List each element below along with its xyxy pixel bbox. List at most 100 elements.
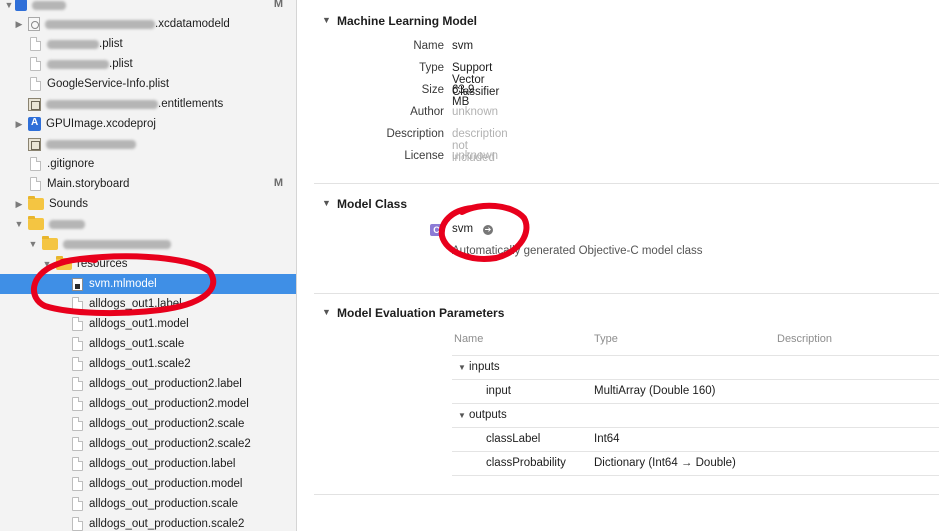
nav-row-file[interactable]: alldogs_out_production.scale2 (0, 514, 296, 531)
nav-item-label: alldogs_out_production.scale2 (89, 518, 245, 530)
disclosure-down-icon[interactable]: ▼ (42, 259, 52, 269)
folder-icon (56, 256, 72, 270)
nav-row-gitignore[interactable]: .gitignore (0, 154, 296, 174)
disclosure-down-icon[interactable]: ▼ (458, 363, 466, 372)
nav-row-file[interactable]: alldogs_out1.model (0, 314, 296, 334)
project-navigator: ▼ M ▶ .xcdatamodeld .plist .plist Google… (0, 0, 297, 531)
nav-row-resources[interactable]: ▼ resources (0, 254, 296, 274)
nav-row-svm-mlmodel[interactable]: svm.mlmodel (0, 274, 296, 294)
nav-row-project-root[interactable]: ▼ M (0, 0, 296, 15)
nav-row-file[interactable]: alldogs_out_production2.model (0, 394, 296, 414)
field-key: Size (421, 84, 444, 96)
redacted-text (49, 219, 85, 229)
param-name: classLabel (486, 433, 541, 445)
nav-row-file[interactable]: alldogs_out_production2.label (0, 374, 296, 394)
nav-row-file[interactable]: alldogs_out1.label (0, 294, 296, 314)
table-group-row[interactable]: ▼ outputs (452, 403, 939, 427)
file-icon (72, 517, 83, 531)
nav-item-label: alldogs_out1.label (89, 298, 182, 310)
nav-row-entitlements[interactable]: .entitlements (0, 94, 296, 114)
nav-item-label: GPUImage.xcodeproj (46, 118, 156, 130)
file-icon (72, 457, 83, 471)
nav-row-file[interactable]: alldogs_out1.scale (0, 334, 296, 354)
file-icon (30, 37, 41, 51)
nav-item-label: Sounds (49, 198, 89, 210)
modified-badge: M (273, 0, 283, 10)
nav-row-gpuimage[interactable]: ▶ GPUImage.xcodeproj (0, 114, 296, 134)
nav-item-label: alldogs_out_production.model (89, 478, 243, 490)
folder-icon (28, 216, 44, 230)
param-type: Dictionary (Int64 → Double) (594, 457, 736, 469)
disclosure-down-icon[interactable]: ▼ (28, 239, 38, 249)
nav-row-group-redacted[interactable]: ▼ (0, 214, 296, 234)
nav-row-google-service[interactable]: GoogleService-Info.plist (0, 74, 296, 94)
section-ml-model-title: Machine Learning Model (337, 14, 478, 28)
nav-row-plist-2[interactable]: .plist (0, 54, 296, 74)
mlmodel-icon (72, 277, 83, 291)
redacted-text (63, 239, 171, 249)
go-arrow-icon[interactable]: ➔ (483, 225, 493, 235)
file-icon (30, 57, 41, 71)
modified-badge: M (273, 177, 283, 189)
field-value: unknown (452, 106, 499, 118)
entitlements-icon (28, 97, 41, 111)
nav-item-label: alldogs_out_production2.model (89, 398, 249, 410)
disclosure-down-icon[interactable]: ▼ (14, 219, 24, 229)
nav-row-file[interactable]: alldogs_out_production.label (0, 454, 296, 474)
folder-icon (28, 196, 44, 210)
field-value: unknown (452, 150, 499, 162)
field-key: Description (386, 128, 444, 140)
nav-row-plist-1[interactable]: .plist (0, 34, 296, 54)
table-group-row[interactable]: ▼ inputs (452, 355, 939, 379)
nav-item-label: GoogleService-Info.plist (47, 78, 170, 90)
nav-row-file[interactable]: alldogs_out_production.scale (0, 494, 296, 514)
disclosure-right-icon[interactable]: ▶ (14, 19, 24, 30)
table-row[interactable]: input MultiArray (Double 160) (452, 379, 939, 403)
nav-row-file[interactable]: alldogs_out1.scale2 (0, 354, 296, 374)
table-header: Name Type Description (452, 326, 939, 350)
group-label: outputs (469, 409, 507, 421)
nav-row-datamodel[interactable]: ▶ .xcdatamodeld (0, 14, 296, 34)
disclosure-down-icon[interactable]: ▼ (458, 411, 466, 420)
column-header-type[interactable]: Type (594, 333, 618, 345)
disclosure-down-icon[interactable]: ▼ (4, 0, 14, 10)
file-icon (72, 357, 83, 371)
disclosure-right-icon[interactable]: ▶ (14, 119, 24, 130)
table-row[interactable]: classProbability Dictionary (Int64 → Dou… (452, 451, 939, 475)
nav-row-file[interactable]: alldogs_out_production2.scale (0, 414, 296, 434)
column-header-description[interactable]: Description (777, 333, 832, 345)
nav-item-label: alldogs_out_production.label (89, 458, 236, 470)
nav-item-label: alldogs_out_production2.scale (89, 418, 245, 430)
model-class-description: Automatically generated Objective-C mode… (452, 245, 703, 257)
section-divider (314, 494, 939, 495)
field-key: Name (413, 40, 444, 52)
disclosure-right-icon[interactable]: ▶ (14, 199, 24, 210)
nav-item-label: resources (77, 258, 128, 270)
table-bottom-border (452, 475, 939, 476)
nav-row-file[interactable]: alldogs_out_production2.scale2 (0, 434, 296, 454)
redacted-text (47, 39, 99, 49)
file-icon (30, 77, 41, 91)
field-key: License (404, 150, 444, 162)
nav-row-subgroup-redacted[interactable]: ▼ (0, 234, 296, 254)
nav-row-redacted[interactable] (0, 134, 296, 154)
file-icon (72, 317, 83, 331)
redacted-text (46, 99, 158, 109)
redacted-text (45, 19, 155, 29)
entitlements-icon (28, 137, 41, 151)
file-icon (72, 377, 83, 391)
datamodel-icon (28, 17, 40, 31)
nav-row-main-storyboard[interactable]: Main.storyboard M (0, 174, 296, 194)
table-row[interactable]: classLabel Int64 (452, 427, 939, 451)
nav-item-label: svm.mlmodel (89, 278, 157, 290)
nav-item-label: .xcdatamodeld (155, 18, 230, 30)
nav-row-file[interactable]: alldogs_out_production.model (0, 474, 296, 494)
file-icon (72, 297, 83, 311)
mlmodel-inspector: ▼ Machine Learning Model Name svm Type S… (298, 0, 939, 531)
column-header-name[interactable]: Name (454, 333, 483, 345)
file-icon (72, 397, 83, 411)
file-icon (72, 497, 83, 511)
redacted-text (46, 139, 136, 149)
redacted-text (47, 59, 109, 69)
nav-row-sounds[interactable]: ▶ Sounds (0, 194, 296, 214)
